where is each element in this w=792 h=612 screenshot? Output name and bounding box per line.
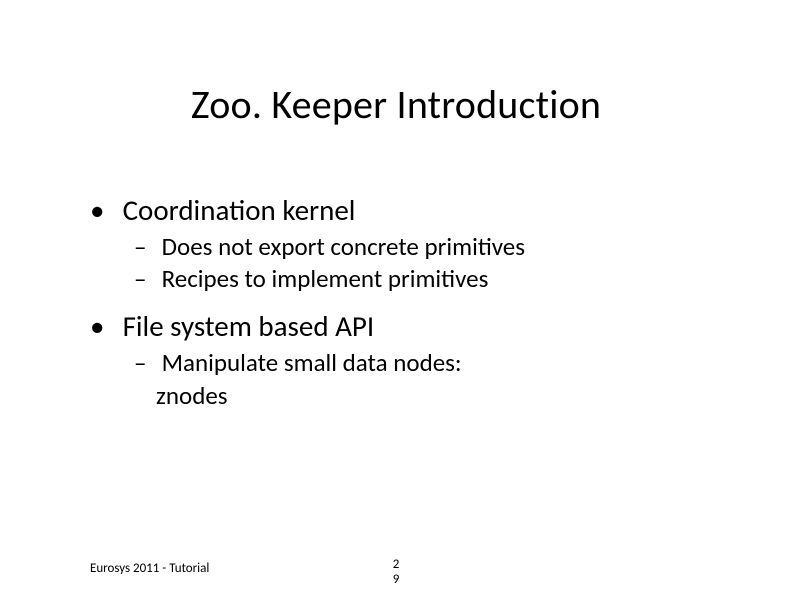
slide: Zoo. Keeper Introduction Coordination ke… [0,0,792,612]
bullet-text: Does not export concrete primitives [162,231,525,262]
bullet-level2: Manipulate small data nodes: [134,348,732,379]
bullet-text: Recipes to implement primitives [162,263,489,294]
bullet-level1: Coordination kernel [90,193,732,228]
bullet-emphasis: znodes [156,380,732,411]
bullet-level2: Does not export concrete primitives [134,232,732,263]
bullet-text: File system based API [123,308,375,344]
bullet-level2: Recipes to implement primitives [134,264,732,295]
bullet-text: Manipulate small data nodes: [162,347,462,378]
slide-body: Coordination kernel Does not export conc… [90,185,732,411]
page-number-line: 2 [386,557,406,573]
slide-title: Zoo. Keeper Introduction [0,80,792,129]
page-number-line: 9 [386,572,406,588]
page-number: 2 9 [386,557,406,588]
footer-text: Eurosys 2011 - Tutorial [90,561,209,576]
bullet-level1: File system based API [90,309,732,344]
bullet-text: Coordination kernel [123,192,356,228]
